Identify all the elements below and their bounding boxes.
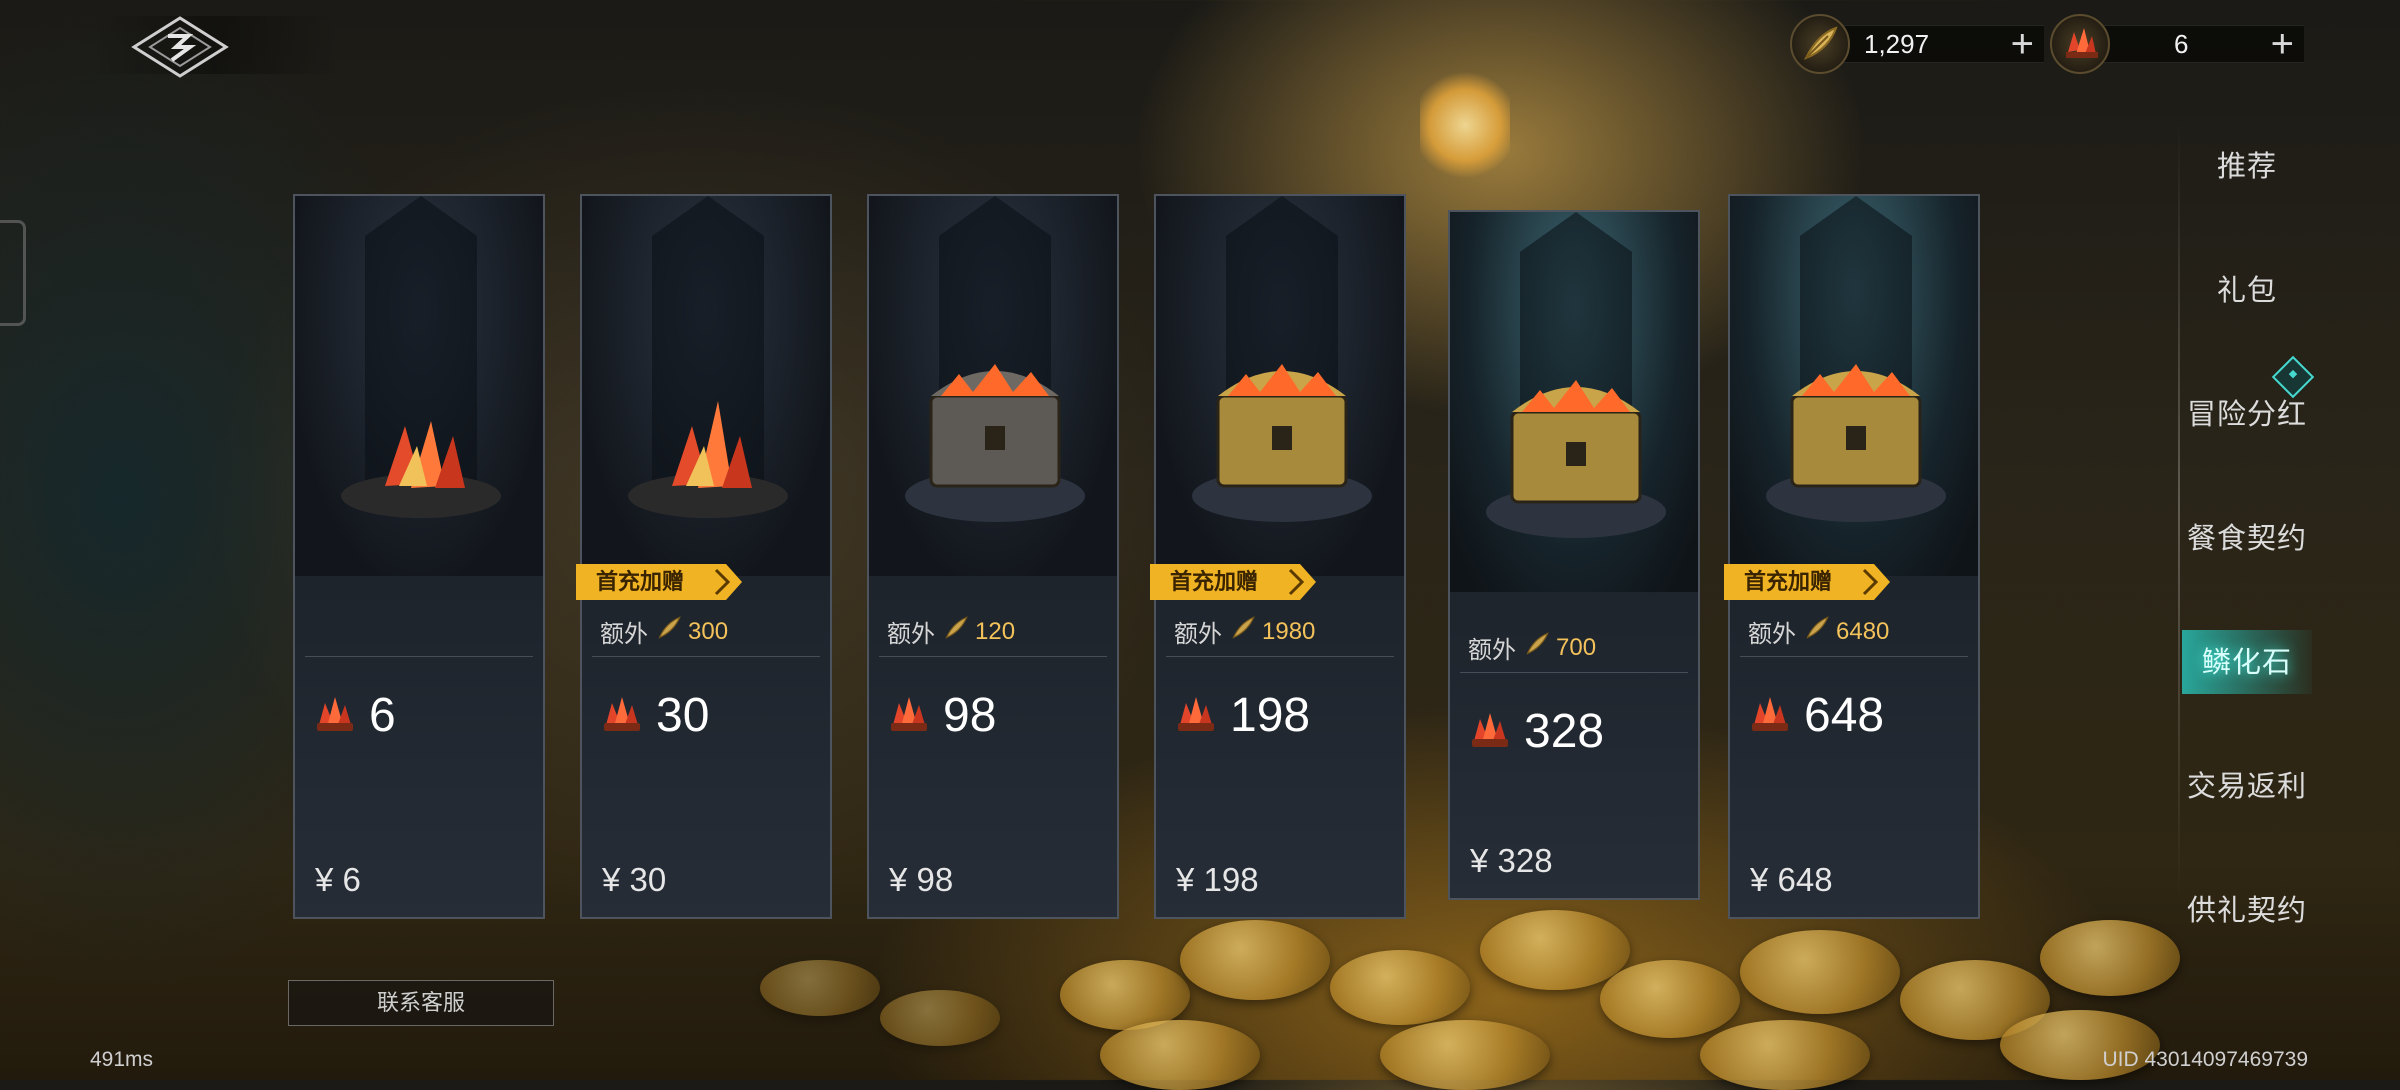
first-recharge-bonus-badge: 首充加赠 (1150, 564, 1316, 600)
product-artwork (1156, 196, 1404, 576)
product-card[interactable]: 首充加赠额外 300 30 ¥ 30 (576, 194, 832, 919)
crystal-amount: 6 (369, 689, 396, 742)
crystal-amount: 6 (2174, 28, 2189, 59)
crystal-amount-row: 30 (600, 688, 709, 743)
crystal-amount: 328 (1524, 705, 1605, 758)
gold-feather-icon (1796, 615, 1830, 648)
nav-item-meal-contract[interactable]: 餐食契约 (2182, 508, 2312, 568)
product-card[interactable]: 额外 120 98 ¥ 98 (867, 194, 1119, 919)
gold-feather-icon (1516, 631, 1550, 664)
card-divider (879, 656, 1107, 657)
product-card[interactable]: 首充加赠额外 6480 648 ¥ 648 (1724, 194, 1980, 919)
gold-amount: 1,297 (1864, 28, 1930, 59)
product-artwork (1450, 212, 1698, 592)
bonus-amount: 6480 (1836, 617, 1890, 645)
card-divider (1740, 656, 1968, 657)
bonus-amount: 1980 (1262, 617, 1316, 645)
bonus-info: 额外 6480 (1748, 614, 1889, 649)
bonus-label: 额外 (1468, 637, 1516, 664)
game-logo[interactable] (130, 14, 230, 80)
latency-readout: 491ms (90, 1048, 154, 1071)
bonus-label: 额外 (887, 621, 935, 648)
contact-support-button[interactable]: 联系客服 (288, 980, 554, 1026)
bonus-info: 额外 300 (600, 614, 728, 649)
bonus-info: 额外 700 (1468, 630, 1596, 665)
crystal-currency: 6 + (2050, 14, 2304, 74)
red-crystal-icon (2050, 14, 2110, 74)
bonus-label: 额外 (1748, 621, 1796, 648)
price-label: ¥ 648 (1750, 861, 1833, 898)
crystal-amount-row: 648 (1748, 688, 1884, 743)
side-frame-decoration (0, 220, 26, 326)
price-label: ¥ 328 (1470, 842, 1553, 879)
bonus-info: 额外 120 (887, 614, 1015, 649)
background-lantern (1420, 70, 1510, 180)
product-artwork (869, 196, 1117, 576)
nav-item-scale-fossil[interactable]: 鳞化石 (2182, 630, 2312, 694)
bonus-label: 额外 (1174, 621, 1222, 648)
product-artwork (582, 196, 830, 576)
bonus-label: 额外 (600, 621, 648, 648)
price-label: ¥ 6 (315, 861, 361, 898)
product-card[interactable]: 6 ¥ 6 (293, 194, 545, 919)
crystal-amount-row: 198 (1174, 688, 1310, 743)
first-recharge-bonus-badge: 首充加赠 (576, 564, 742, 600)
product-card[interactable]: 额外 700 328 ¥ 328 (1448, 210, 1700, 900)
bonus-amount: 300 (688, 617, 729, 645)
gold-feather-icon (935, 615, 969, 648)
gold-currency: 1,297 + (1790, 14, 2044, 74)
bonus-amount: 120 (975, 617, 1016, 645)
nav-item-offering-contract[interactable]: 供礼契约 (2182, 880, 2312, 940)
bonus-amount: 700 (1556, 633, 1597, 661)
card-divider (1166, 656, 1394, 657)
first-recharge-bonus-badge: 首充加赠 (1724, 564, 1890, 600)
gold-feather-icon (1790, 14, 1850, 74)
crystal-amount-row: 98 (887, 688, 996, 743)
red-crystal-icon (887, 691, 931, 740)
red-crystal-icon (1174, 691, 1218, 740)
crystal-amount: 30 (656, 689, 710, 742)
price-label: ¥ 30 (602, 861, 667, 898)
price-label: ¥ 98 (889, 861, 954, 898)
add-crystal-button[interactable]: + (2271, 24, 2294, 64)
card-divider (1460, 672, 1688, 673)
red-crystal-icon (1748, 691, 1792, 740)
gold-feather-icon (1222, 615, 1256, 648)
nav-item-gift-pack[interactable]: 礼包 (2182, 260, 2312, 320)
card-divider (592, 656, 820, 657)
bonus-info: 额外 1980 (1174, 614, 1315, 649)
crystal-amount: 98 (943, 689, 997, 742)
logo-emblem-icon (131, 16, 229, 78)
product-card[interactable]: 首充加赠额外 1980 198 ¥ 198 (1150, 194, 1406, 919)
red-crystal-icon (313, 691, 357, 740)
crystal-amount: 198 (1230, 689, 1311, 742)
gold-feather-icon (648, 615, 682, 648)
crystal-amount-row: 328 (1468, 704, 1604, 759)
user-id: UID 43014097469739 (2102, 1048, 2308, 1071)
crystal-amount: 648 (1804, 689, 1885, 742)
product-artwork (295, 196, 543, 576)
add-gold-button[interactable]: + (2011, 24, 2034, 64)
product-artwork (1730, 196, 1978, 576)
nav-divider (2178, 120, 2180, 900)
nav-item-trade-rebate[interactable]: 交易返利 (2182, 756, 2312, 816)
nav-item-recommend[interactable]: 推荐 (2182, 136, 2312, 196)
red-crystal-icon (1468, 707, 1512, 756)
price-label: ¥ 198 (1176, 861, 1259, 898)
card-divider (305, 656, 533, 657)
red-crystal-icon (600, 691, 644, 740)
crystal-amount-row: 6 (313, 688, 396, 743)
